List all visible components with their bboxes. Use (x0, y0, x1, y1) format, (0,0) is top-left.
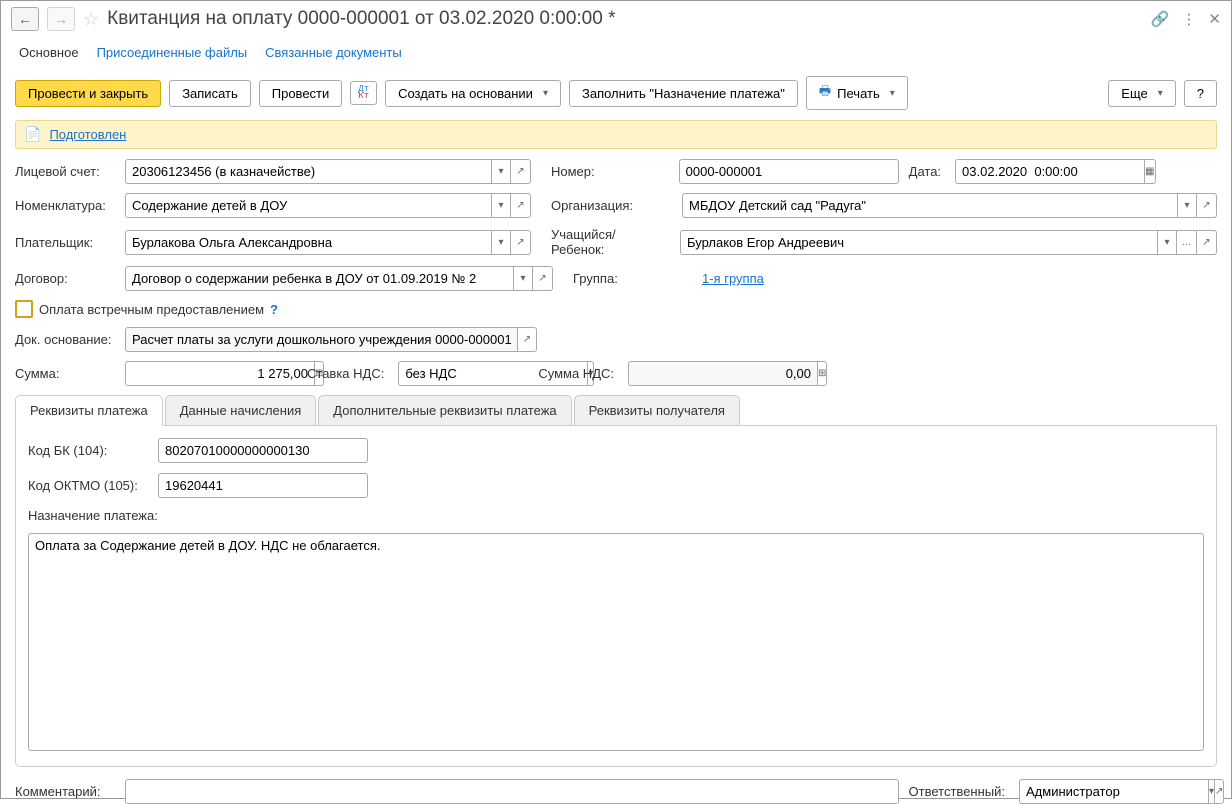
status-bar: 📄 Подготовлен (15, 120, 1217, 149)
responsible-input[interactable] (1019, 779, 1208, 804)
dropdown-icon[interactable]: ▾ (491, 193, 511, 218)
forward-button[interactable]: → (47, 7, 75, 31)
post-and-close-button[interactable]: Провести и закрыть (15, 80, 161, 107)
save-button[interactable]: Записать (169, 80, 251, 107)
group-link[interactable]: 1-я группа (702, 271, 764, 286)
bk-code-label: Код БК (104): (28, 443, 148, 458)
dk-icon-button[interactable]: ДтКт (350, 81, 377, 105)
tab-linked[interactable]: Связанные документы (265, 45, 402, 60)
page-title: Квитанция на оплату 0000-000001 от 03.02… (107, 8, 1143, 30)
open-icon[interactable]: ↗ (511, 159, 531, 184)
payer-label: Плательщик: (15, 235, 115, 250)
status-link[interactable]: Подготовлен (49, 127, 126, 142)
responsible-label: Ответственный: (909, 784, 1005, 799)
print-button[interactable]: 🖶Печать (806, 76, 908, 110)
tab-files[interactable]: Присоединенные файлы (97, 45, 248, 60)
printer-icon: 🖶 (819, 82, 831, 104)
date-input[interactable] (955, 159, 1144, 184)
form: Лицевой счет: ▾ ↗ Номер: Дата: ▦ Номенкл… (1, 159, 1231, 804)
open-icon[interactable]: ↗ (1197, 193, 1217, 218)
dropdown-icon[interactable]: ▾ (1157, 230, 1177, 255)
help-icon[interactable]: ? (270, 302, 278, 317)
payer-input[interactable] (125, 230, 491, 255)
detail-tabs: Реквизиты платежа Данные начисления Допо… (15, 395, 1217, 426)
purpose-label: Назначение платежа: (28, 508, 158, 523)
open-icon[interactable]: ↗ (511, 193, 531, 218)
more-button[interactable]: Еще (1108, 80, 1175, 107)
contract-label: Договор: (15, 271, 115, 286)
vat-sum-label: Сумма НДС: (538, 366, 614, 381)
status-icon: 📄 (24, 126, 41, 143)
tab-payment-details[interactable]: Реквизиты платежа (15, 395, 163, 426)
open-icon[interactable]: ↗ (1197, 230, 1217, 255)
comment-label: Комментарий: (15, 784, 115, 799)
group-label: Группа: (573, 271, 688, 286)
org-input[interactable] (682, 193, 1177, 218)
link-icon[interactable]: 🔗 (1151, 10, 1170, 28)
help-button[interactable]: ? (1184, 80, 1217, 107)
oktmo-input[interactable] (158, 473, 368, 498)
dropdown-icon[interactable]: ▾ (491, 230, 511, 255)
account-label: Лицевой счет: (15, 164, 115, 179)
tab-additional-details[interactable]: Дополнительные реквизиты платежа (318, 395, 571, 425)
org-label: Организация: (551, 198, 633, 213)
vat-sum-input (628, 361, 817, 386)
open-icon[interactable]: ↗ (511, 230, 531, 255)
vat-rate-label: Ставка НДС: (307, 366, 384, 381)
create-based-button[interactable]: Создать на основании (385, 80, 561, 107)
nomenclature-label: Номенклатура: (15, 198, 115, 213)
oktmo-label: Код ОКТМО (105): (28, 478, 148, 493)
date-label: Дата: (909, 164, 941, 179)
close-icon[interactable]: ✕ (1208, 10, 1221, 28)
tab-recipient-details[interactable]: Реквизиты получателя (574, 395, 740, 425)
dropdown-icon[interactable]: ▾ (1208, 779, 1215, 804)
tab-content: Код БК (104): Код ОКТМО (105): Назначени… (15, 426, 1217, 767)
nomenclature-input[interactable] (125, 193, 491, 218)
dropdown-icon[interactable]: ▾ (1177, 193, 1197, 218)
tab-accrual-data[interactable]: Данные начисления (165, 395, 317, 425)
purpose-textarea[interactable] (28, 533, 1204, 751)
open-icon[interactable]: ↗ (533, 266, 553, 291)
comment-input[interactable] (125, 779, 899, 804)
calculator-icon[interactable]: ⊞ (817, 361, 827, 386)
dropdown-icon[interactable]: ▾ (513, 266, 533, 291)
ellipsis-icon[interactable]: … (1177, 230, 1197, 255)
number-label: Номер: (551, 164, 595, 179)
calendar-icon[interactable]: ▦ (1144, 159, 1155, 184)
counter-payment-label: Оплата встречным предоставлением (39, 302, 264, 317)
basis-doc-input[interactable] (125, 327, 517, 352)
fill-purpose-button[interactable]: Заполнить "Назначение платежа" (569, 80, 798, 107)
account-input[interactable] (125, 159, 491, 184)
amount-input[interactable] (125, 361, 314, 386)
tab-main[interactable]: Основное (19, 45, 79, 60)
open-icon[interactable]: ↗ (1215, 779, 1224, 804)
title-bar: ← → ☆ Квитанция на оплату 0000-000001 от… (1, 1, 1231, 37)
dropdown-icon[interactable]: ▾ (491, 159, 511, 184)
contract-input[interactable] (125, 266, 513, 291)
student-input[interactable] (680, 230, 1157, 255)
counter-payment-checkbox[interactable] (15, 300, 33, 318)
bk-code-input[interactable] (158, 438, 368, 463)
post-button[interactable]: Провести (259, 80, 343, 107)
back-button[interactable]: ← (11, 7, 39, 31)
kebab-menu-icon[interactable]: ⋮ (1181, 10, 1196, 28)
number-input[interactable] (679, 159, 899, 184)
student-label: Учащийся/Ребенок: (551, 227, 666, 257)
star-icon[interactable]: ☆ (83, 9, 99, 30)
section-tabs: Основное Присоединенные файлы Связанные … (1, 37, 1231, 72)
amount-label: Сумма: (15, 366, 115, 381)
open-icon[interactable]: ↗ (517, 327, 537, 352)
toolbar: Провести и закрыть Записать Провести ДтК… (1, 72, 1231, 120)
basis-doc-label: Док. основание: (15, 332, 115, 347)
